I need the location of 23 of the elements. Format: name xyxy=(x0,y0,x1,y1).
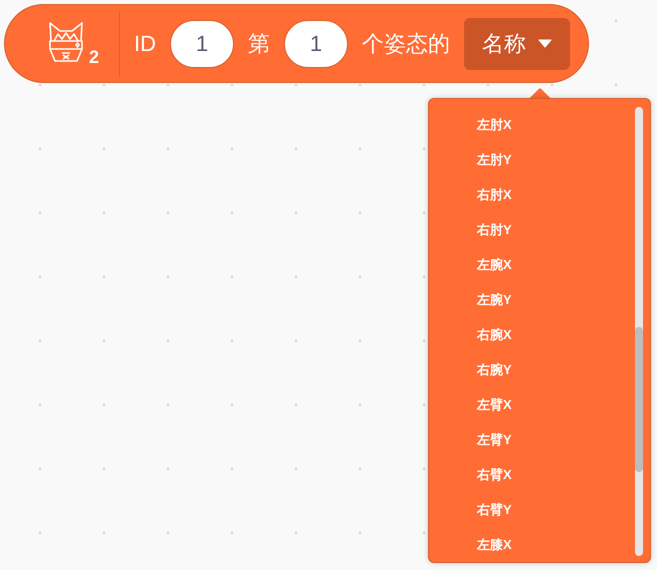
number-input[interactable]: 1 xyxy=(170,20,234,68)
menu-item[interactable]: 右臂X xyxy=(477,464,512,484)
scrollbar[interactable] xyxy=(635,107,643,556)
code-block[interactable]: 2 ID 1 第 1 个姿态的 名称 xyxy=(4,4,590,83)
name-dropdown[interactable]: 名称 xyxy=(464,18,570,70)
menu-item[interactable]: 右臂Y xyxy=(477,500,512,520)
block-label: 个姿态的 xyxy=(362,30,450,58)
menu-item[interactable]: 左臂Y xyxy=(477,430,512,450)
block-label: 第 xyxy=(248,30,270,58)
menu-item[interactable]: 右腕X xyxy=(477,324,512,344)
number-input[interactable]: 1 xyxy=(284,20,348,68)
menu-item[interactable]: 右肘X xyxy=(477,184,512,204)
menu-item[interactable]: 左臂X xyxy=(477,394,512,414)
menu-item[interactable]: 左腕Y xyxy=(477,290,512,310)
menu-item[interactable]: 左肘X xyxy=(477,114,512,134)
block-label: ID xyxy=(134,30,156,58)
version-number: 2 xyxy=(89,46,100,68)
menu-item[interactable]: 左膝X xyxy=(477,534,512,554)
menu-item[interactable]: 右肘Y xyxy=(477,220,512,240)
caret-icon xyxy=(538,39,552,48)
menu-item[interactable]: 左腕X xyxy=(477,254,512,274)
menu-item[interactable]: 左肘Y xyxy=(477,150,512,170)
menu-item[interactable]: 右腕Y xyxy=(477,360,512,380)
